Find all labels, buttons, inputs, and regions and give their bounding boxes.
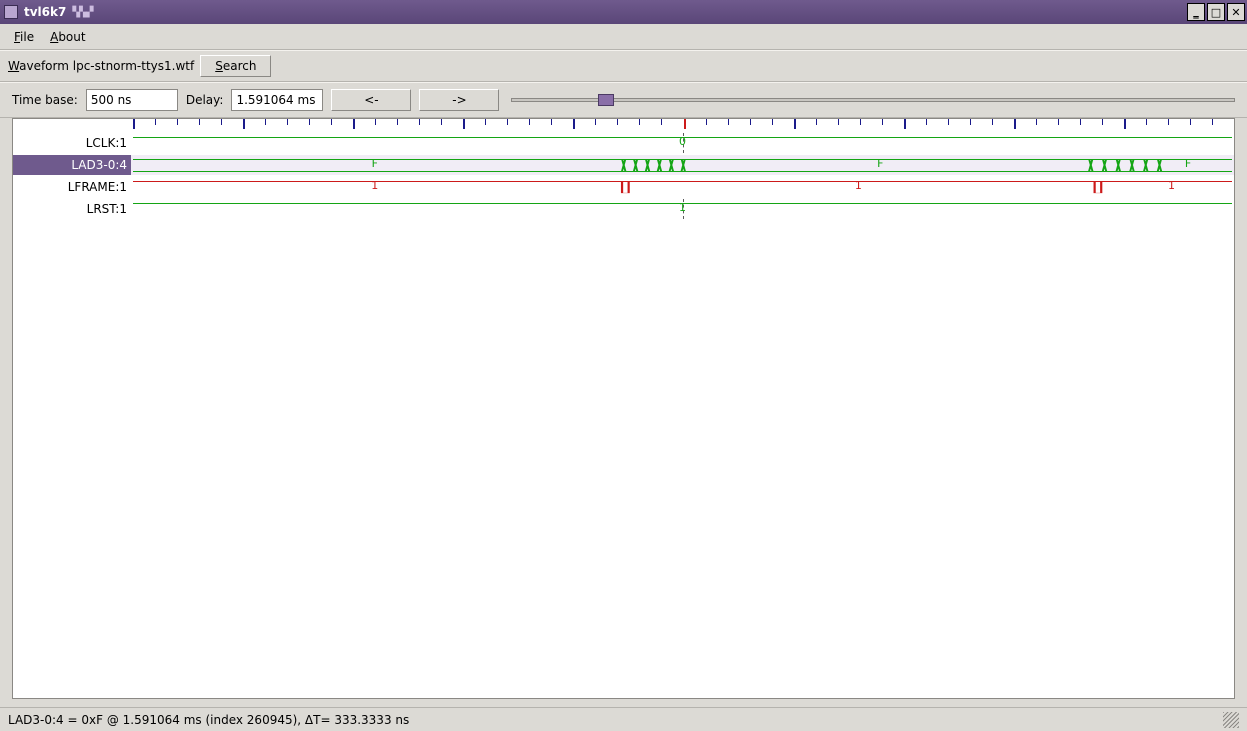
wave-value: F [372,157,378,170]
title-bar: tvl6k7 ▚▚▞ ‗ □ ✕ [0,0,1247,24]
waveform-canvas[interactable]: LCLK:1 0 LAD3-0:4 F F F LFRAME:1 1 1 1 LRST:1 1 [12,118,1235,699]
wave-value: 1 [679,201,686,214]
slider-thumb[interactable] [598,94,614,106]
app-icon [4,5,18,19]
wave-area: 1 1 1 [133,177,1232,197]
signal-row[interactable]: LAD3-0:4 F F F [13,155,1234,175]
wave-value: 1 [1168,179,1175,192]
search-button[interactable]: Search [200,55,271,77]
window-title: tvl6k7 [24,5,66,19]
waveform-panel-wrap: LCLK:1 0 LAD3-0:4 F F F LFRAME:1 1 1 1 LRST:1 1 [0,118,1247,707]
signal-label[interactable]: LRST:1 [13,199,131,219]
signal-row[interactable]: LFRAME:1 1 1 1 [13,177,1234,197]
maximize-button[interactable]: □ [1207,3,1225,21]
signal-label[interactable]: LFRAME:1 [13,177,131,197]
menu-bar: File About [0,24,1247,50]
delay-input[interactable] [231,89,323,111]
signal-row[interactable]: LRST:1 1 [13,199,1234,219]
signal-label[interactable]: LAD3-0:4 [13,155,131,175]
wave-value: 0 [679,135,686,148]
waveform-file-label[interactable]: Waveform lpc-stnorm-ttys1.wtf [8,59,194,73]
wave-area: FFF [133,155,1232,175]
wave-value: 1 [855,179,862,192]
close-button[interactable]: ✕ [1227,3,1245,21]
wave-value: F [877,157,883,170]
menu-file[interactable]: File [6,28,42,46]
wave-value: 1 [371,179,378,192]
minimize-button[interactable]: ‗ [1187,3,1205,21]
cursor-tick [684,119,686,129]
signal-label[interactable]: LCLK:1 [13,133,131,153]
time-ruler [133,119,1234,131]
status-bar: LAD3-0:4 = 0xF @ 1.591064 ms (index 2609… [0,707,1247,731]
timebase-input[interactable] [86,89,178,111]
prev-button[interactable]: <- [331,89,411,111]
resize-grip-icon[interactable] [1223,712,1239,728]
slider-track [511,98,1235,102]
wave-value: F [1185,157,1191,170]
delay-label: Delay: [186,93,224,107]
signal-row[interactable]: LCLK:1 0 [13,133,1234,153]
timebase-label: Time base: [12,93,78,107]
delay-slider[interactable] [511,93,1235,107]
menu-about[interactable]: About [42,28,94,46]
toolbar-file: Waveform lpc-stnorm-ttys1.wtf Search [0,50,1247,82]
next-button[interactable]: -> [419,89,499,111]
toolbar-controls: Time base: Delay: <- -> [0,82,1247,118]
status-text: LAD3-0:4 = 0xF @ 1.591064 ms (index 2609… [8,713,409,727]
title-decor: ▚▚▞ [72,7,92,18]
wave-area: 0 [133,133,1232,153]
wave-area: 1 [133,199,1232,219]
